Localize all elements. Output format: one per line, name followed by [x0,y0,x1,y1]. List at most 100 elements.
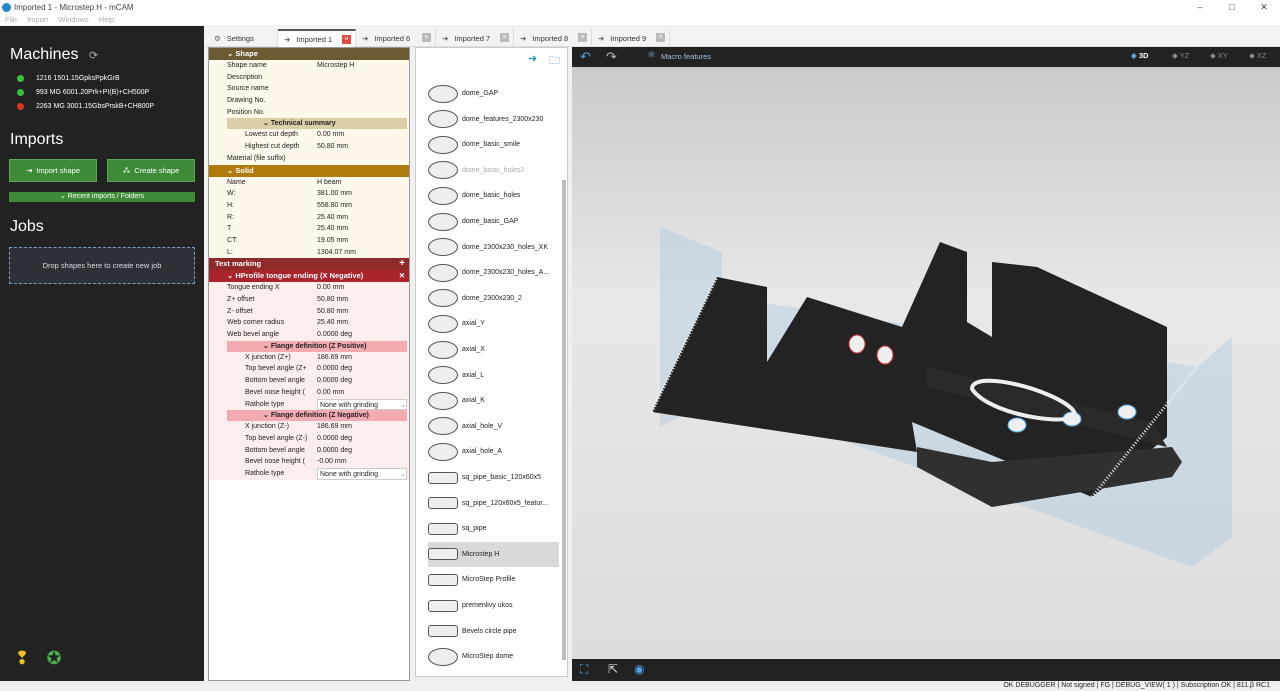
close-button[interactable]: ✕ [1248,0,1280,14]
fit-view-icon[interactable]: ⛶ [580,662,588,677]
add-icon[interactable]: + [399,258,405,270]
eye-icon[interactable]: ◉ [634,662,644,676]
prop-row[interactable]: Top bevel angle (Z-) 0.0000 deg [209,433,409,445]
close-tab-icon[interactable]: × [422,33,431,42]
prop-row[interactable]: Description [209,72,409,84]
prop-row[interactable]: X junction (Z+) 186.69 mm [209,352,409,364]
shape-list-scrollbar[interactable] [562,180,566,660]
subsection-flange-positive[interactable]: ⌄ Flange definition (Z Positive) [227,340,407,352]
prop-row[interactable]: W: 381.00 mm [209,188,409,200]
folder-icon[interactable]: 🗀 [549,52,560,71]
subsection-technical-summary[interactable]: ⌄ Technical summary [227,118,407,130]
shape-list-item[interactable]: axial_hole_A [428,439,559,464]
import-arrow-icon[interactable]: ➜ [528,52,537,65]
section-hprofile[interactable]: ⌄ HProfile tongue ending (X Negative) ✕ [209,270,409,283]
prop-row[interactable]: Shape name Microstep H [209,60,409,72]
tab-imported-1[interactable]: ➜ Imported 1 × [278,29,356,47]
section-solid[interactable]: ⌄ Solid [209,164,409,177]
menu-windows[interactable]: Windows [58,15,88,24]
tab-imported-6[interactable]: ➜ Imported 6 × [356,29,436,47]
certificate-icon[interactable]: ✪ [44,648,64,668]
view-xy-button[interactable]: ◆ XY [1210,51,1228,60]
prop-row[interactable]: Bottom bevel angle 0.0000 deg [209,375,409,387]
close-tab-icon[interactable]: × [656,33,665,42]
import-shape-button[interactable]: ⇥ Import shape [9,159,97,182]
section-text-marking[interactable]: Text marking + [209,258,409,271]
close-tab-icon[interactable]: × [578,33,587,42]
prop-row[interactable]: X junction (Z-) 186.69 mm [209,421,409,433]
menu-help[interactable]: Help [99,15,114,24]
view-xz-button[interactable]: ◆ XZ [1249,51,1266,60]
job-drop-zone[interactable]: Drop shapes here to create new job [9,247,195,284]
subsection-flange-negative[interactable]: ⌄ Flange definition (Z Negative) [227,410,407,422]
prop-row[interactable]: Name H beam [209,177,409,189]
shape-list-item[interactable]: dome_basic_holes [428,183,559,208]
close-tab-icon[interactable]: × [342,35,351,44]
shape-list-item[interactable]: Bevels circle pipe [428,619,559,644]
menu-import[interactable]: Import [27,15,48,24]
undo-icon[interactable]: ↶ [580,49,591,65]
close-tab-icon[interactable]: × [500,33,509,42]
shape-list-item[interactable]: axial_K [428,388,559,413]
shape-list-item[interactable]: dome_2300x230_2 [428,286,559,311]
prop-row[interactable]: Highest cut depth 50.80 mm [209,141,409,153]
shape-list-item[interactable]: sq_pipe [428,516,559,541]
shape-list-item[interactable]: axial_hole_V [428,414,559,439]
shape-list-item[interactable]: axial_Y [428,311,559,336]
prop-row[interactable]: Z+ offset 50.80 mm [209,294,409,306]
prop-row[interactable]: Bevel nose height (-0.00 mm [209,456,409,468]
macro-features-button[interactable]: Macro features [661,52,711,61]
prop-row[interactable]: CT: 19.05 mm [209,235,409,247]
prop-row[interactable]: Bevel nose height (0.00 mm [209,387,409,399]
shape-list-item[interactable]: sq_pipe_basic_120x60x5 [428,465,559,490]
shape-list-item[interactable]: axial_X [428,337,559,362]
machine-item[interactable]: 993 MG 6001.20Prk+PI(B)+CH500P [17,85,154,99]
prop-row[interactable]: Material (file suffix) [209,153,409,165]
shape-list-item[interactable]: premenlivy ukos [428,593,559,618]
prop-row[interactable]: Position No. [209,107,409,119]
prop-row[interactable]: Web corner radius 25.40 mm [209,317,409,329]
prop-row[interactable]: R: 25.40 mm [209,212,409,224]
shape-list-item[interactable]: MicroStep dome [428,644,559,669]
prop-row[interactable]: Top bevel angle (Z+ 0.0000 deg [209,363,409,375]
prop-row[interactable]: Lowest cut depth 0.00 mm [209,129,409,141]
tab-imported-8[interactable]: ➜ Imported 8 × [514,29,592,47]
prop-row[interactable]: Drawing No. [209,95,409,107]
shape-list-item[interactable]: dome_GAP [428,81,559,106]
create-shape-button[interactable]: ⁂ Create shape [107,159,195,182]
warning-icon[interactable]: ❢ [12,648,32,668]
prop-row[interactable]: Tongue ending X 0.00 mm [209,282,409,294]
menu-file[interactable]: File [5,15,17,24]
shape-list-item[interactable]: dome_features_2300x230 [428,107,559,132]
rathole-type-select[interactable]: None with grinding ⌄ [317,467,407,480]
shape-list-item[interactable]: dome_basic_smile [428,132,559,157]
shape-list-item[interactable]: dome_basic_GAP [428,209,559,234]
view-yz-button[interactable]: ◆ YZ [1172,51,1189,60]
machine-item[interactable]: 2263 MG 3001.15GbsPrskB+CH800P [17,99,154,113]
recent-imports-button[interactable]: ⌄ Recent imports / Folders [9,192,195,202]
rathole-type-select[interactable]: None with grinding ⌄ [317,398,407,411]
prop-row[interactable]: T 25.40 mm [209,223,409,235]
h-beam-model[interactable] [572,67,1280,659]
view-3d-button[interactable]: ◆ 3D [1131,51,1148,60]
prop-row[interactable]: H: 558.80 mm [209,200,409,212]
shape-list-item[interactable]: dome_2300x230_holes_XK [428,235,559,260]
shape-list-item[interactable]: MicroStep Profile [428,567,559,592]
machine-item[interactable]: 1216 1501.15GpksPpkGrB [17,71,154,85]
prop-row[interactable]: Web bevel angle 0.0000 deg [209,329,409,341]
maximize-button[interactable]: □ [1216,0,1248,14]
tab-settings[interactable]: ⚙ Settings [208,29,278,47]
tab-imported-9[interactable]: ➜ Imported 9 × [592,29,670,47]
shape-list-item[interactable]: dome_basic_holes2 [428,158,559,183]
minimize-button[interactable]: – [1184,0,1216,14]
remove-icon[interactable]: ✕ [399,270,405,282]
shape-list-item[interactable]: axial_L [428,363,559,388]
shape-list-item[interactable]: dome_2300x230_holes_A... [428,260,559,285]
shape-list-item[interactable]: Microstep H [428,541,559,567]
prop-row[interactable]: L: 1304.07 mm [209,247,409,259]
prop-row[interactable]: Bottom bevel angle 0.0000 deg [209,445,409,457]
select-cursor-icon[interactable]: ⇱ [608,662,618,676]
refresh-icon[interactable]: ⟳ [89,49,98,62]
shape-list-item[interactable]: sq_pipe_120x60x5_featur... [428,491,559,516]
tab-imported-7[interactable]: ➜ Imported 7 × [436,29,514,47]
